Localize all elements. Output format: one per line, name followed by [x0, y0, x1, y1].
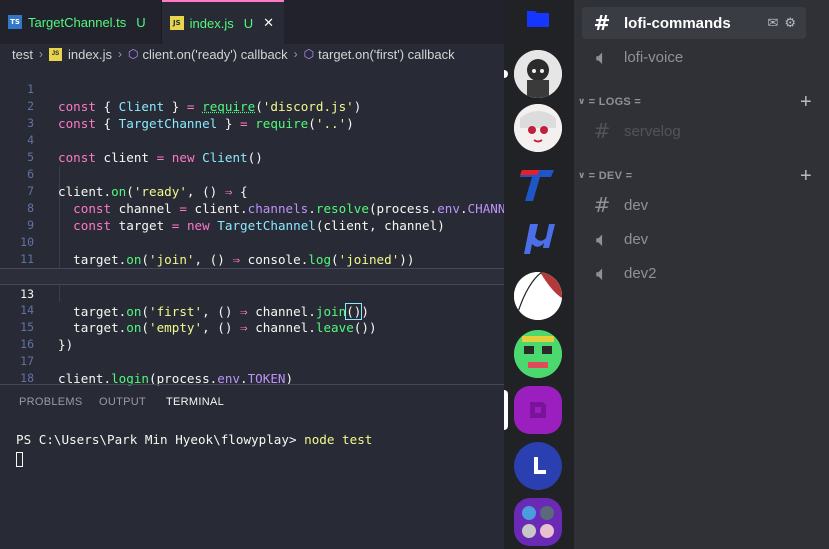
server-avatar-photo[interactable] — [514, 50, 562, 98]
unread-indicator — [504, 70, 508, 78]
close-tab-icon[interactable]: ✕ — [263, 15, 274, 31]
selected-server-indicator — [504, 390, 508, 430]
tab-index-js[interactable]: JS index.js U ✕ — [162, 0, 284, 44]
server-mu-logo-icon[interactable] — [514, 214, 562, 262]
channel-dev2-voice[interactable]: 🔈︎ dev2 — [582, 257, 806, 289]
channel-list: # lofi-commands ✉ ⚙ 🔈︎ lofi-voice ∨ = LO… — [574, 0, 829, 549]
code-line: 17 client.login(process.env.TOKEN) — [0, 336, 504, 386]
chevron-right-icon: › — [38, 47, 43, 61]
chevron-down-icon: ∨ — [578, 171, 586, 181]
code-line: 9 — [0, 200, 504, 232]
code-line: 6 client.on('ready', () ⇒ { — [0, 149, 504, 199]
vscode-window: TS TargetChannel.ts U JS index.js U ✕ te… — [0, 0, 504, 549]
javascript-file-icon: JS — [170, 16, 184, 30]
category-name: = DEV = — [588, 170, 633, 182]
channel-lofi-commands[interactable]: # lofi-commands ✉ ⚙ — [582, 7, 806, 39]
channel-name: dev2 — [624, 264, 657, 282]
tab-targetchannel-ts[interactable]: TS TargetChannel.ts U — [0, 0, 162, 44]
code-line: 4 const client = new Client() — [0, 115, 504, 165]
chevron-down-icon: ∨ — [578, 97, 586, 107]
code-line: 1 const { Client } = require('discord.js… — [0, 64, 504, 114]
code-line: 3 — [0, 98, 504, 130]
tab-label: index.js — [189, 15, 234, 31]
server-folder-icon[interactable] — [514, 0, 562, 42]
panel-tabs: PROBLEMS OUTPUT TERMINAL — [0, 390, 504, 416]
code-line: 7 const channel = client.channels.resolv… — [0, 166, 504, 216]
tab-terminal[interactable]: TERMINAL — [166, 396, 224, 408]
channel-servelog[interactable]: # servelog — [582, 115, 806, 147]
text-channel-hash-icon: # — [593, 119, 611, 143]
server-avatar-anime[interactable] — [514, 104, 562, 152]
channel-lofi-voice[interactable]: 🔈︎ lofi-voice — [582, 41, 806, 73]
chevron-right-icon: › — [293, 47, 298, 61]
server-folder-group[interactable] — [514, 498, 562, 546]
code-line: 16 — [0, 319, 504, 351]
category-dev[interactable]: ∨ = DEV = + — [578, 165, 818, 187]
javascript-file-icon: JS — [48, 47, 62, 61]
untracked-badge: U — [136, 14, 146, 30]
server-avatar-sketch[interactable] — [514, 272, 562, 320]
code-line: 2 const { TargetChannel } = require('..'… — [0, 81, 504, 131]
terminal-command: node test — [304, 432, 373, 447]
breadcrumb-file[interactable]: index.js — [68, 47, 112, 62]
terminal-cursor — [16, 452, 23, 467]
channel-name: dev — [624, 196, 649, 214]
code-line-current: 13 target.on('first', () ⇒ channel.join(… — [0, 268, 504, 320]
breadcrumb: test › JS index.js › ⬡ client.on('ready'… — [0, 44, 504, 64]
add-channel-icon[interactable]: + — [800, 165, 812, 188]
voice-speaker-icon: 🔈︎ — [596, 261, 608, 285]
code-line: 18 — [0, 353, 504, 385]
server-rail — [504, 0, 574, 549]
code-line: 15 }) — [0, 302, 504, 352]
server-purple-bot[interactable] — [514, 386, 562, 434]
invite-member-icon[interactable]: ✉ — [767, 16, 778, 31]
channel-dev-voice[interactable]: 🔈︎ dev — [582, 223, 806, 255]
panel-divider[interactable] — [0, 384, 504, 385]
code-line: 11 target.on('leave', () ⇒ console.log('… — [0, 234, 504, 284]
method-cube-icon: ⬡ — [303, 47, 315, 61]
add-channel-icon[interactable]: + — [800, 91, 812, 114]
category-name: = LOGS = — [588, 96, 642, 108]
voice-speaker-icon: 🔈︎ — [596, 227, 608, 251]
voice-speaker-icon: 🔈︎ — [596, 45, 608, 69]
text-channel-hash-icon: # — [593, 11, 611, 35]
server-blue-bot[interactable] — [514, 442, 562, 490]
editor-tab-bar: TS TargetChannel.ts U JS index.js U ✕ — [0, 0, 504, 44]
terminal-prompt: PS C:\Users\Park Min Hyeok\flowyplay> — [16, 432, 297, 447]
channel-name: lofi-voice — [624, 48, 684, 66]
tab-problems[interactable]: PROBLEMS — [19, 396, 83, 408]
method-cube-icon: ⬡ — [128, 47, 139, 61]
breadcrumb-symbol[interactable]: target.on('first') callback — [318, 47, 454, 62]
code-line: 12 — [0, 251, 504, 283]
code-editor[interactable]: 1 const { Client } = require('discord.js… — [0, 64, 504, 386]
server-avatar-robot[interactable] — [514, 330, 562, 378]
breadcrumb-symbol[interactable]: client.on('ready') callback — [143, 47, 288, 62]
chevron-right-icon: › — [118, 47, 123, 61]
code-line: 8 const target = new TargetChannel(clien… — [0, 183, 504, 233]
channel-name: servelog — [624, 122, 681, 140]
typescript-file-icon: TS — [8, 15, 22, 29]
channel-name: lofi-commands — [624, 14, 731, 32]
text-channel-hash-icon: # — [593, 193, 611, 217]
channel-tools: ✉ ⚙ — [767, 16, 796, 31]
server-t-logo-icon[interactable] — [514, 160, 562, 208]
gear-icon[interactable]: ⚙ — [784, 16, 796, 31]
channel-dev-text[interactable]: # dev — [582, 189, 806, 221]
code-line: 5 — [0, 132, 504, 164]
code-line: 10 target.on('join', () ⇒ console.log('j… — [0, 217, 504, 267]
tab-output[interactable]: OUTPUT — [99, 396, 146, 408]
category-logs[interactable]: ∨ = LOGS = + — [578, 91, 818, 113]
untracked-badge: U — [243, 15, 254, 31]
channel-name: dev — [624, 230, 649, 248]
code-line: 14 target.on('empty', () ⇒ channel.leave… — [0, 285, 504, 335]
tab-label: TargetChannel.ts — [28, 14, 127, 30]
breadcrumb-folder[interactable]: test — [12, 47, 33, 62]
terminal-output[interactable]: PS C:\Users\Park Min Hyeok\flowyplay> no… — [16, 432, 372, 447]
